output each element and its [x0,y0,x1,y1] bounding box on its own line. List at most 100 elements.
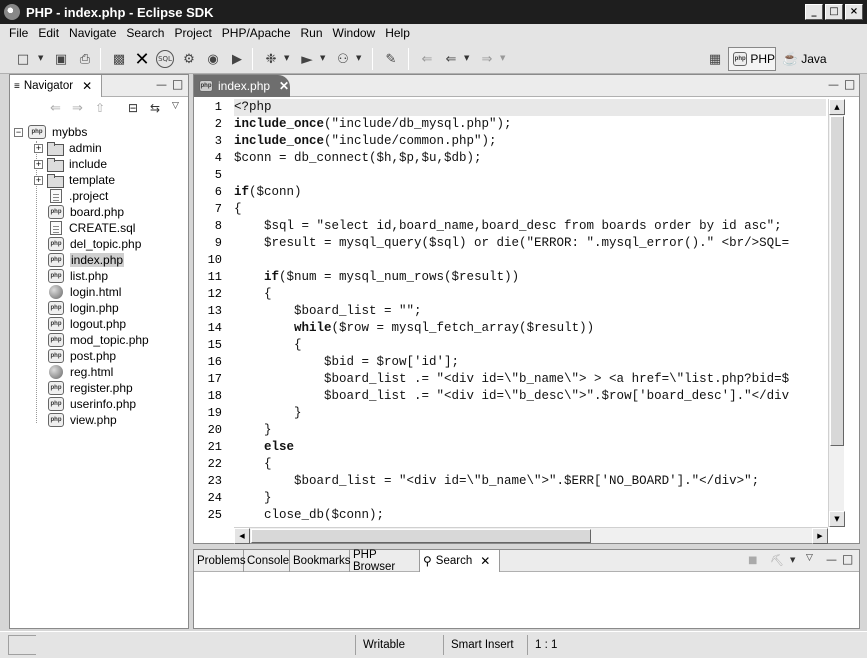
code-line[interactable]: include_once("include/db_mysql.php"); [234,116,512,133]
tree-file[interactable]: php userinfo.php [47,396,136,412]
vertical-scroll-thumb[interactable] [830,116,844,446]
print-icon[interactable]: ⎙ [76,50,94,68]
minimize-view-icon[interactable]: — [826,553,837,566]
code-line[interactable]: $sql = "select id,board_name,board_desc … [234,218,782,235]
code-line[interactable]: else [234,439,294,456]
code-line[interactable]: include_once("include/common.php"); [234,133,497,150]
expand-icon[interactable]: + [34,159,43,169]
close-icon[interactable]: ✕ [82,79,92,93]
tab-bookmarks[interactable]: Bookmarks [290,550,351,572]
stop-icon[interactable]: ■ [748,555,757,566]
delete-icon[interactable]: ✕ [133,49,151,70]
code-line[interactable]: $board_list = "<div id=\"b_name\">".$ERR… [234,473,759,490]
menu-help[interactable]: Help [380,26,415,40]
code-line[interactable]: $result = mysql_query($sql) or die("ERRO… [234,235,789,252]
code-line[interactable]: } [234,422,272,439]
maximize-view-icon[interactable]: □ [842,552,853,566]
forward-icon[interactable]: ⇒ [478,50,496,68]
stop-query-icon[interactable]: ◉ [204,50,222,68]
search-toolbar-icon[interactable]: ✎ [382,50,400,68]
code-line[interactable]: $board_list .= "<div id=\"b_name\"> > <a… [234,371,789,388]
history-dropdown-icon[interactable]: ▼ [790,556,795,564]
view-menu-icon[interactable]: ▽ [172,101,179,111]
minimize-button[interactable]: _ [805,4,823,20]
code-line[interactable]: } [234,405,302,422]
collapse-icon[interactable]: − [14,127,23,137]
code-line[interactable]: if($num = mysql_num_rows($result)) [234,269,519,286]
menu-search[interactable]: Search [121,26,169,40]
collapse-all-icon[interactable]: ⊟ [128,101,138,115]
code-line[interactable]: $conn = db_connect($h,$p,$u,$db); [234,150,482,167]
run-icon[interactable]: ► [298,50,316,68]
menu-window[interactable]: Window [328,26,381,40]
code-line[interactable]: { [234,201,242,218]
status-drag-handle[interactable] [8,635,36,655]
java-perspective-button[interactable]: ☕ Java [782,47,827,71]
code-line[interactable]: } [234,490,272,507]
tree-file[interactable]: login.html [47,284,121,300]
tab-search[interactable]: ⚲ Search ✕ [420,550,500,572]
forward-dropdown-icon[interactable]: ▼ [500,54,505,62]
tree-file[interactable]: php register.php [47,380,133,396]
horizontal-scrollbar[interactable]: ◀ ▶ [234,527,828,544]
tree-file[interactable]: php mod_topic.php [47,332,149,348]
scroll-down-icon[interactable]: ▼ [829,511,845,527]
link-with-editor-icon[interactable]: ⇆ [150,101,160,115]
tree-file[interactable]: php view.php [47,412,117,428]
maximize-view-icon[interactable]: □ [844,77,855,91]
external-tools-icon[interactable]: ⚇ [334,50,352,68]
vertical-scrollbar[interactable]: ▲ ▼ [828,99,845,527]
code-line[interactable]: $board_list .= "<div id=\"b_desc\">".$ro… [234,388,789,405]
debug-icon[interactable]: ❉ [262,50,280,68]
tree-folder[interactable]: + template [34,172,115,188]
tree-file[interactable]: reg.html [47,364,113,380]
code-line[interactable]: { [234,286,272,303]
expand-icon[interactable]: + [34,175,43,185]
expand-icon[interactable]: + [34,143,43,153]
save-icon[interactable]: ▣ [52,50,70,68]
code-line[interactable]: { [234,337,302,354]
tree-file-selected[interactable]: php index.php [47,252,125,268]
tree-file[interactable]: php del_topic.php [47,236,141,252]
scroll-right-icon[interactable]: ▶ [812,528,828,544]
external-tools-dropdown-icon[interactable]: ▼ [356,54,361,62]
db-icon[interactable]: ▩ [110,50,128,68]
menu-edit[interactable]: Edit [33,26,64,40]
menu-navigate[interactable]: Navigate [64,26,121,40]
close-button[interactable]: × [845,4,863,20]
menu-run[interactable]: Run [296,26,328,40]
run-query-icon[interactable]: ⚙ [180,50,198,68]
code-line[interactable]: close_db($conn); [234,507,384,524]
forward-icon[interactable]: ⇒ [72,101,83,116]
menu-project[interactable]: Project [169,26,216,40]
tree-file[interactable]: php post.php [47,348,116,364]
maximize-view-icon[interactable]: □ [172,77,183,91]
back-icon[interactable]: ⇐ [442,50,460,68]
maximize-button[interactable]: □ [825,4,843,20]
new-dropdown-icon[interactable]: ▼ [38,54,43,62]
minimize-view-icon[interactable]: — [828,78,839,91]
tree-file[interactable]: php list.php [47,268,108,284]
code-line[interactable]: <?php [234,99,826,116]
minimize-view-icon[interactable]: — [156,78,167,91]
code-line[interactable]: $board_list = ""; [234,303,422,320]
php-perspective-button[interactable]: php PHP [728,47,776,71]
code-line[interactable]: while($row = mysql_fetch_array($result)) [234,320,594,337]
back-icon[interactable]: ⇐ [50,101,61,116]
up-icon[interactable]: ⇧ [95,101,105,115]
tree-file[interactable]: .project [47,188,108,204]
horizontal-scroll-thumb[interactable] [251,529,591,543]
view-menu-icon[interactable]: ▽ [806,553,813,563]
tab-index-php[interactable]: php index.php ✕ [194,75,290,97]
tab-navigator[interactable]: ≡ Navigator ✕ [10,75,102,97]
code-line[interactable]: { [234,456,272,473]
scroll-left-icon[interactable]: ◀ [234,528,250,544]
scroll-up-icon[interactable]: ▲ [829,99,845,115]
tree-file[interactable]: php login.php [47,300,119,316]
tree-folder[interactable]: + admin [34,140,102,156]
code-line[interactable]: $bid = $row['id']; [234,354,459,371]
run-dropdown-icon[interactable]: ▼ [320,54,325,62]
tab-console[interactable]: Console [244,550,290,572]
menu-php-apache[interactable]: PHP/Apache [217,26,296,40]
back-dropdown-icon[interactable]: ▼ [464,54,469,62]
